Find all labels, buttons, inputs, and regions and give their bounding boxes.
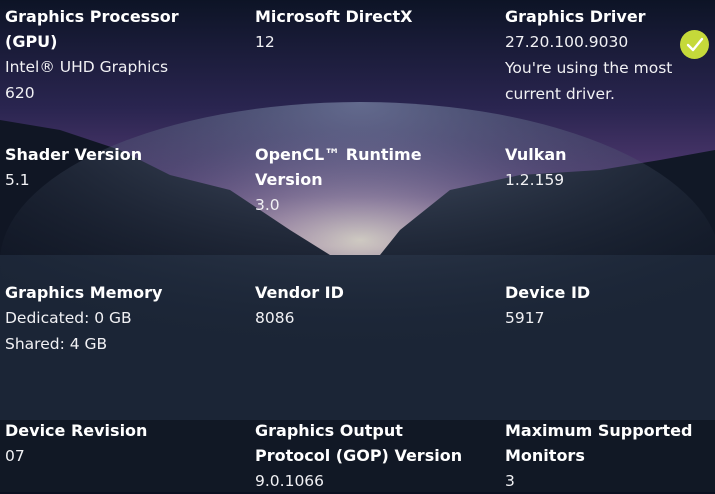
gop-label-line1: Graphics Output — [255, 421, 403, 440]
device-id-value: 5917 — [505, 309, 545, 327]
driver-label: Graphics Driver — [505, 7, 646, 26]
graphics-info-grid: Graphics Processor (GPU) Intel® UHD Grap… — [0, 0, 715, 492]
vulkan-cell: Vulkan 1.2.159 — [505, 142, 715, 193]
gpu-value-line2: 620 — [5, 84, 35, 102]
monitors-label-line2: Monitors — [505, 446, 585, 465]
vulkan-value: 1.2.159 — [505, 171, 565, 189]
opencl-value: 3.0 — [255, 196, 280, 214]
gop-label-line2: Protocol (GOP) Version — [255, 446, 463, 465]
gop-cell: Graphics Output Protocol (GOP) Version 9… — [255, 418, 495, 494]
driver-status-line1: You're using the most — [505, 59, 673, 77]
gpu-value-line1: Intel® UHD Graphics — [5, 58, 169, 76]
vulkan-label: Vulkan — [505, 145, 567, 164]
opencl-label-line1: OpenCL™ Runtime — [255, 145, 422, 164]
gpu-label-line1: Graphics Processor — [5, 7, 179, 26]
monitors-cell: Maximum Supported Monitors 3 — [505, 418, 715, 494]
memory-label: Graphics Memory — [5, 283, 163, 302]
gop-value: 9.0.1066 — [255, 472, 325, 490]
directx-cell: Microsoft DirectX 12 — [255, 4, 495, 55]
directx-value: 12 — [255, 33, 275, 51]
shader-label: Shader Version — [5, 145, 143, 164]
revision-cell: Device Revision 07 — [5, 418, 245, 469]
vendor-cell: Vendor ID 8086 — [255, 280, 495, 331]
device-id-label: Device ID — [505, 283, 591, 302]
opencl-label-line2: Version — [255, 170, 323, 189]
monitors-value: 3 — [505, 472, 515, 490]
vendor-label: Vendor ID — [255, 283, 344, 302]
gpu-cell: Graphics Processor (GPU) Intel® UHD Grap… — [5, 4, 245, 106]
memory-shared: Shared: 4 GB — [5, 335, 108, 353]
memory-cell: Graphics Memory Dedicated: 0 GB Shared: … — [5, 280, 245, 357]
shader-cell: Shader Version 5.1 — [5, 142, 245, 193]
directx-label: Microsoft DirectX — [255, 7, 413, 26]
device-id-cell: Device ID 5917 — [505, 280, 715, 331]
driver-cell: Graphics Driver 27.20.100.9030 You're us… — [505, 4, 715, 107]
monitors-label-line1: Maximum Supported — [505, 421, 693, 440]
memory-dedicated: Dedicated: 0 GB — [5, 309, 132, 327]
gpu-label-line2: (GPU) — [5, 32, 58, 51]
driver-version: 27.20.100.9030 — [505, 33, 629, 51]
vendor-value: 8086 — [255, 309, 295, 327]
revision-label: Device Revision — [5, 421, 148, 440]
revision-value: 07 — [5, 447, 25, 465]
opencl-cell: OpenCL™ Runtime Version 3.0 — [255, 142, 495, 218]
driver-status-line2: current driver. — [505, 85, 615, 103]
shader-value: 5.1 — [5, 171, 30, 189]
